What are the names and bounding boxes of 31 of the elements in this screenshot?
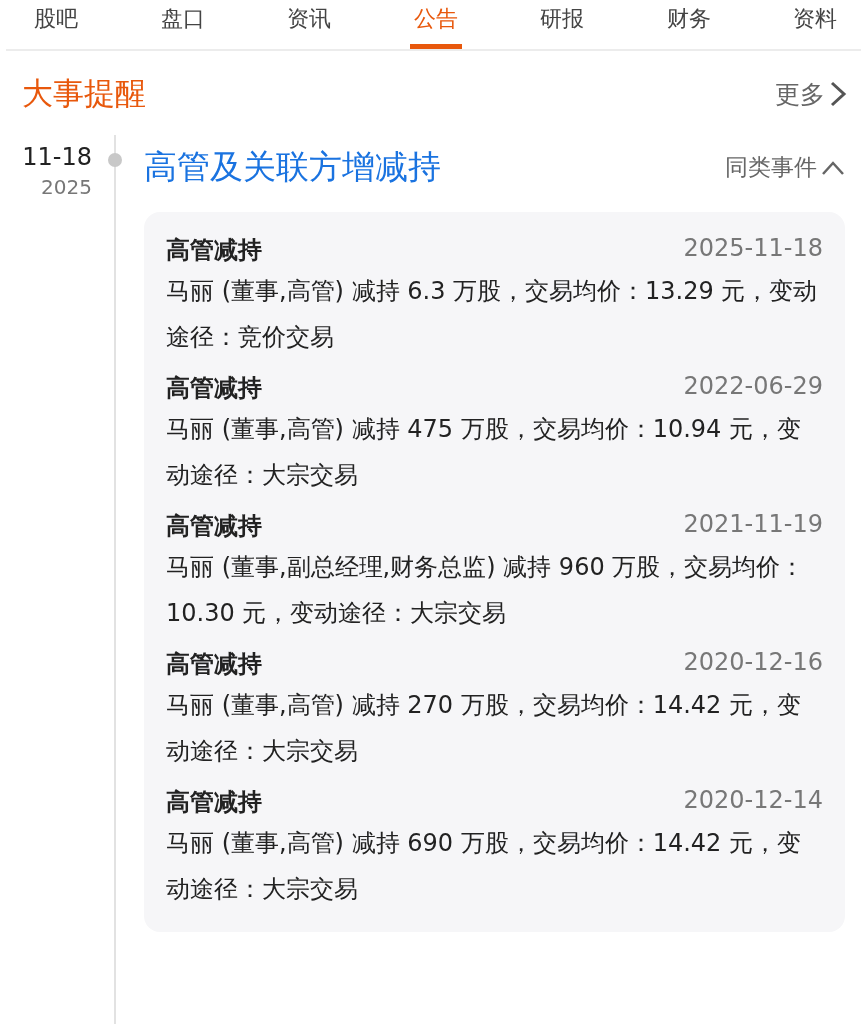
event-date: 11-18 (22, 143, 92, 171)
section-title: 大事提醒 (22, 74, 146, 113)
item-date: 2020-12-14 (683, 786, 823, 816)
tab[interactable]: 盘口 (156, 2, 209, 49)
item-description: 马丽 (董事,高管) 减持 270 万股，交易均价：14.42 元，变动途径：大宗交易 (166, 690, 802, 767)
item-description: 马丽 (董事,副总经理,财务总监) 减持 960 万股，交易均价：10.30 元，变动途径：大宗交易 (166, 552, 806, 629)
more-link[interactable]: 更多 (775, 77, 847, 111)
item-date: 2020-12-16 (683, 648, 823, 678)
tab[interactable]: 资料 (789, 2, 841, 49)
item-description: 马丽 (董事,高管) 减持 475 万股，交易均价：10.94 元，变动途径：大宗交易 (166, 414, 802, 491)
tab[interactable]: 财务 (662, 2, 715, 49)
tab[interactable]: 公告 (409, 2, 462, 49)
item-title: 高管减持 (166, 511, 262, 542)
event-year: 2025 (41, 175, 92, 199)
item-description: 马丽 (董事,高管) 减持 690 万股，交易均价：14.42 元，变动途径：大宗交易 (166, 828, 802, 905)
item-date: 2022-06-29 (683, 372, 823, 402)
chevron-right-icon (829, 80, 847, 108)
item-title: 高管减持 (166, 373, 262, 404)
item-date: 2025-11-18 (683, 234, 823, 264)
item-title: 高管减持 (166, 787, 262, 818)
timeline-dot (108, 153, 122, 167)
event-title[interactable]: 高管及关联方增减持 (144, 145, 441, 190)
tab[interactable]: 研报 (536, 2, 588, 49)
item-title: 高管减持 (166, 235, 262, 266)
tab[interactable]: 股吧 (30, 2, 82, 49)
item-description: 马丽 (董事,高管) 减持 6.3 万股，交易均价：13.29 元，变动途径：竞价交易 (166, 276, 819, 353)
tab[interactable]: 资讯 (283, 2, 335, 49)
chevron-up-icon (821, 159, 845, 176)
item-date: 2021-11-19 (683, 510, 823, 540)
item-title: 高管减持 (166, 649, 262, 680)
similar-events-toggle[interactable]: 同类事件 (725, 152, 845, 183)
